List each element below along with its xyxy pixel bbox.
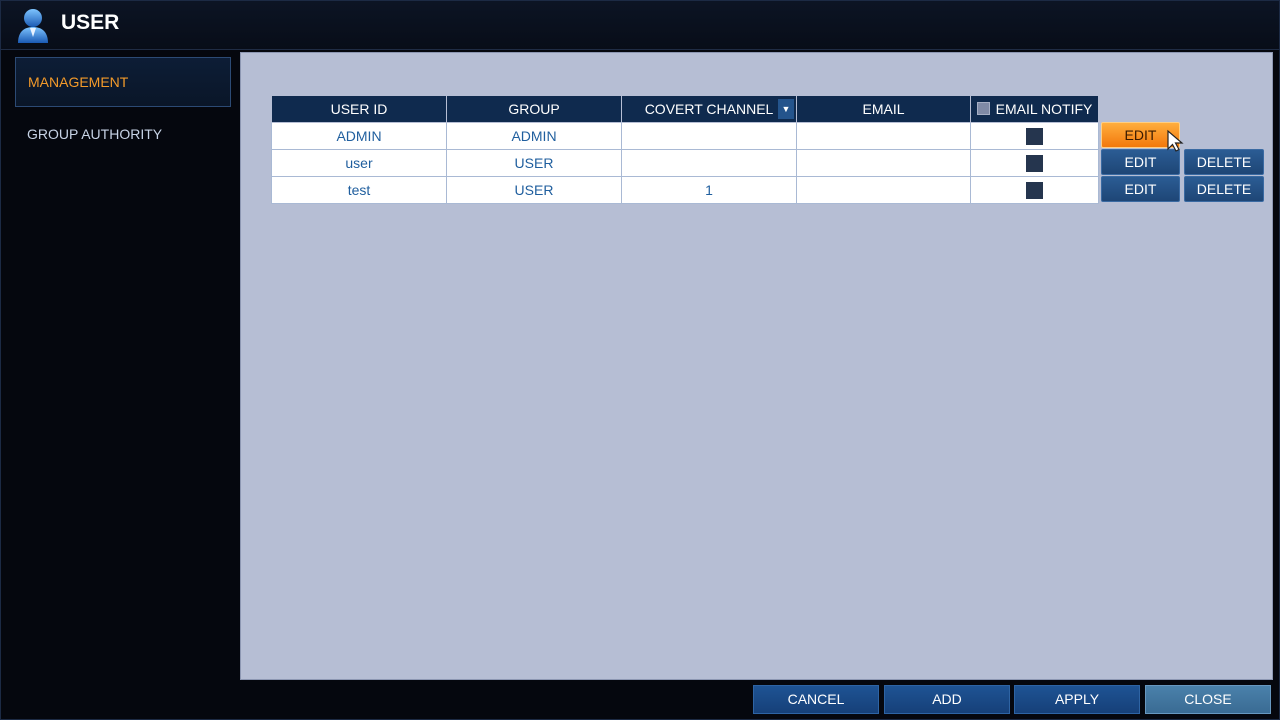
table-row: user USER bbox=[271, 149, 1099, 177]
title-bar: USER bbox=[1, 1, 1279, 50]
user-window: USER MANAGEMENT GROUP AUTHORITY USER ID … bbox=[0, 0, 1280, 720]
sidebar-item-management[interactable]: MANAGEMENT bbox=[15, 57, 231, 107]
select-all-notify-checkbox[interactable] bbox=[976, 102, 990, 115]
email-notify-checkbox[interactable] bbox=[1026, 154, 1043, 172]
email-notify-checkbox[interactable] bbox=[1026, 181, 1043, 199]
table-row: ADMIN ADMIN bbox=[271, 122, 1099, 150]
cell-group: ADMIN bbox=[446, 122, 622, 150]
add-button[interactable]: ADD bbox=[884, 685, 1010, 714]
cell-email-notify bbox=[970, 176, 1099, 204]
cell-email bbox=[796, 149, 971, 177]
user-icon bbox=[18, 9, 48, 43]
header-label: GROUP bbox=[508, 101, 560, 117]
delete-button-user[interactable]: DELETE bbox=[1184, 149, 1264, 175]
user-table: USER ID GROUP COVERT CHANNEL ▼ EMAIL EMA… bbox=[271, 95, 1099, 204]
email-notify-checkbox[interactable] bbox=[1026, 127, 1043, 145]
edit-button-test[interactable]: EDIT bbox=[1101, 176, 1180, 202]
dropdown-arrow-icon[interactable]: ▼ bbox=[778, 99, 794, 119]
cell-group: USER bbox=[446, 149, 622, 177]
table-row: test USER 1 bbox=[271, 176, 1099, 204]
cell-email-notify bbox=[970, 122, 1099, 150]
header-label: USER ID bbox=[330, 101, 388, 117]
header-label: EMAIL NOTIFY bbox=[995, 101, 1093, 117]
column-header-email-notify: EMAIL NOTIFY bbox=[970, 95, 1099, 123]
table-header-row: USER ID GROUP COVERT CHANNEL ▼ EMAIL EMA… bbox=[271, 95, 1099, 123]
apply-button[interactable]: APPLY bbox=[1014, 685, 1140, 714]
header-label: EMAIL bbox=[862, 101, 905, 117]
column-header-user-id: USER ID bbox=[271, 95, 447, 123]
cell-group: USER bbox=[446, 176, 622, 204]
cell-user-id: ADMIN bbox=[271, 122, 447, 150]
column-header-email: EMAIL bbox=[796, 95, 971, 123]
cell-email bbox=[796, 176, 971, 204]
column-header-covert-channel: COVERT CHANNEL ▼ bbox=[621, 95, 797, 123]
sidebar-item-group-authority[interactable]: GROUP AUTHORITY bbox=[15, 110, 231, 160]
main-panel: USER ID GROUP COVERT CHANNEL ▼ EMAIL EMA… bbox=[240, 52, 1273, 680]
close-button[interactable]: CLOSE bbox=[1145, 685, 1271, 714]
delete-button-test[interactable]: DELETE bbox=[1184, 176, 1264, 202]
cell-user-id: test bbox=[271, 176, 447, 204]
cell-covert-channel bbox=[621, 122, 797, 150]
cell-user-id: user bbox=[271, 149, 447, 177]
cell-covert-channel bbox=[621, 149, 797, 177]
cell-email-notify bbox=[970, 149, 1099, 177]
header-label: COVERT CHANNEL bbox=[644, 101, 774, 117]
sidebar-item-label: GROUP AUTHORITY bbox=[27, 126, 163, 142]
cell-email bbox=[796, 122, 971, 150]
sidebar-item-label: MANAGEMENT bbox=[28, 74, 129, 90]
column-header-group: GROUP bbox=[446, 95, 622, 123]
cell-covert-channel: 1 bbox=[621, 176, 797, 204]
cancel-button[interactable]: CANCEL bbox=[753, 685, 879, 714]
window-title: USER bbox=[61, 11, 120, 34]
mouse-pointer-icon bbox=[1167, 129, 1184, 152]
sidebar: MANAGEMENT GROUP AUTHORITY bbox=[1, 50, 237, 719]
